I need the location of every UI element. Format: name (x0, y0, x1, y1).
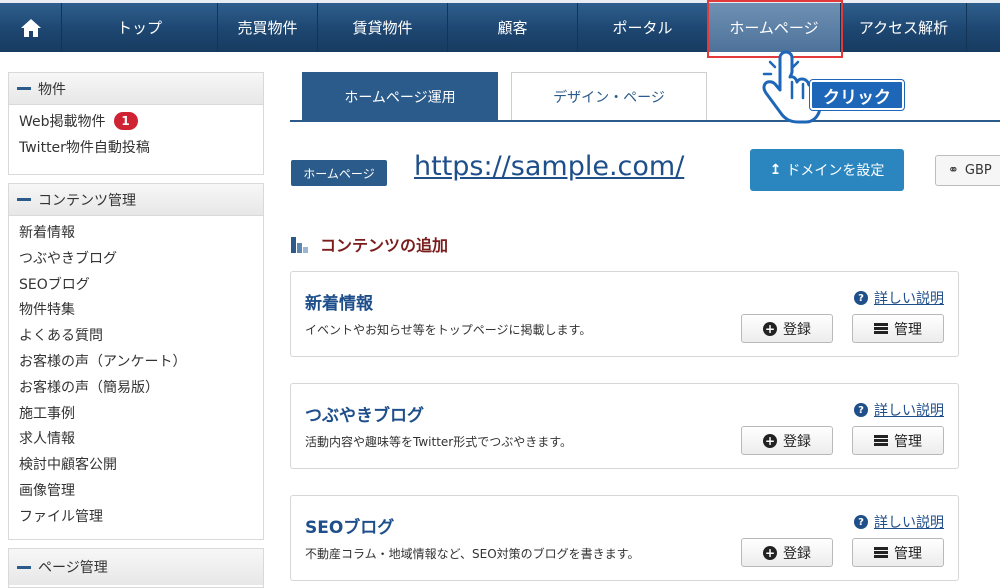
question-icon: ? (854, 515, 868, 529)
section-title: コンテンツの追加 (320, 236, 449, 255)
sidebar-property-box: 物件 Web掲載物件 1 Twitter物件自動投稿 (8, 72, 264, 175)
card-title: 新着情報 (305, 294, 373, 314)
sidebar-item-image-management[interactable]: 画像管理 (19, 479, 253, 505)
register-button[interactable]: + 登録 (741, 538, 833, 567)
help-link[interactable]: ? 詳しい説明 (854, 512, 944, 532)
sidebar-item-news[interactable]: 新着情報 (19, 221, 253, 247)
register-button[interactable]: + 登録 (741, 314, 833, 343)
list-icon (874, 547, 888, 558)
plus-icon: + (763, 545, 777, 560)
bar-chart-icon (291, 237, 308, 253)
sidebar-item-file-management[interactable]: ファイル管理 (19, 505, 253, 531)
sidebar-item-seo-blog[interactable]: SEOブログ (19, 273, 253, 299)
help-link[interactable]: ? 詳しい説明 (854, 288, 944, 308)
tab-homepage-operation[interactable]: ホームページ運用 (302, 72, 498, 121)
sidebar-page-box: ページ管理 (8, 548, 264, 588)
card-title: SEOブログ (305, 518, 395, 538)
question-icon: ? (854, 403, 868, 417)
content-card-tweet-blog: つぶやきブログ 活動内容や趣味等をTwitter形式でつぶやきます。 ? 詳しい説… (290, 383, 959, 469)
tab-design-pages[interactable]: デザイン・ページ (511, 72, 707, 121)
plus-icon: + (763, 321, 777, 336)
click-annotation-label: クリック (809, 79, 905, 111)
manage-button[interactable]: 管理 (852, 314, 944, 343)
content-card-news: 新着情報 イベントやお知らせ等をトップページに掲載します。 ? 詳しい説明 + 登録… (290, 271, 959, 357)
card-description: イベントやお知らせ等をトップページに掲載します。 (305, 323, 592, 337)
collapse-icon (17, 87, 31, 90)
sidebar-contents-box: コンテンツ管理 新着情報 つぶやきブログ SEOブログ 物件特集 よくある質問 … (8, 183, 264, 540)
sidebar-heading-contents[interactable]: コンテンツ管理 (9, 184, 263, 216)
homepage-badge: ホームページ (291, 160, 387, 186)
upload-arrow-icon: ↥ (769, 162, 782, 178)
question-icon: ? (854, 291, 868, 305)
card-description: 不動産コラム・地域情報など、SEO対策のブログを書きます。 (305, 547, 640, 561)
site-url-link[interactable]: https://sample.com/ (414, 151, 684, 182)
content-card-seo-blog: SEOブログ 不動産コラム・地域情報など、SEO対策のブログを書きます。 ? 詳し… (290, 495, 959, 581)
list-icon (874, 435, 888, 446)
top-nav: トップ 売買物件 賃貸物件 顧客 ポータル ホームページ アクセス解析 (0, 0, 1000, 52)
manage-button[interactable]: 管理 (852, 426, 944, 455)
nav-customers[interactable]: 顧客 (448, 3, 578, 52)
sidebar-item-voice-simple[interactable]: お客様の声（簡易版） (19, 376, 253, 402)
set-domain-button[interactable]: ↥ ドメインを設定 (750, 149, 904, 191)
sidebar-heading-property[interactable]: 物件 (9, 73, 263, 105)
manage-button[interactable]: 管理 (852, 538, 944, 567)
gbp-button[interactable]: ⚭ GBP (935, 155, 1000, 186)
sidebar-item-web-listings[interactable]: Web掲載物件 1 (19, 110, 253, 136)
nav-homepage[interactable]: ホームページ (708, 3, 841, 52)
collapse-icon (17, 198, 31, 201)
link-icon: ⚭ (948, 163, 959, 178)
sidebar-item-property-features[interactable]: 物件特集 (19, 298, 253, 324)
sidebar-heading-page[interactable]: ページ管理 (9, 549, 263, 585)
sidebar-item-faq[interactable]: よくある質問 (19, 324, 253, 350)
count-badge: 1 (113, 112, 138, 130)
register-button[interactable]: + 登録 (741, 426, 833, 455)
plus-icon: + (763, 433, 777, 448)
nav-portal[interactable]: ポータル (578, 3, 708, 52)
help-link[interactable]: ? 詳しい説明 (854, 400, 944, 420)
nav-sale-properties[interactable]: 売買物件 (218, 3, 318, 52)
sidebar-item-case-studies[interactable]: 施工事例 (19, 402, 253, 428)
nav-rental-properties[interactable]: 賃貸物件 (318, 3, 448, 52)
nav-home[interactable] (0, 3, 62, 52)
sidebar-item-jobs[interactable]: 求人情報 (19, 427, 253, 453)
home-icon (20, 18, 41, 37)
nav-access-analysis[interactable]: アクセス解析 (841, 3, 967, 52)
sidebar-item-voice-survey[interactable]: お客様の声（アンケート） (19, 350, 253, 376)
sidebar-item-twitter-autopost[interactable]: Twitter物件自動投稿 (19, 136, 253, 162)
collapse-icon (17, 565, 31, 569)
sidebar-item-prospect-customers[interactable]: 検討中顧客公開 (19, 453, 253, 479)
list-icon (874, 323, 888, 334)
card-title: つぶやきブログ (305, 406, 424, 426)
nav-top[interactable]: トップ (62, 3, 218, 52)
tab-underline (290, 120, 1000, 122)
sidebar-item-tweet-blog[interactable]: つぶやきブログ (19, 247, 253, 273)
card-description: 活動内容や趣味等をTwitter形式でつぶやきます。 (305, 435, 573, 449)
